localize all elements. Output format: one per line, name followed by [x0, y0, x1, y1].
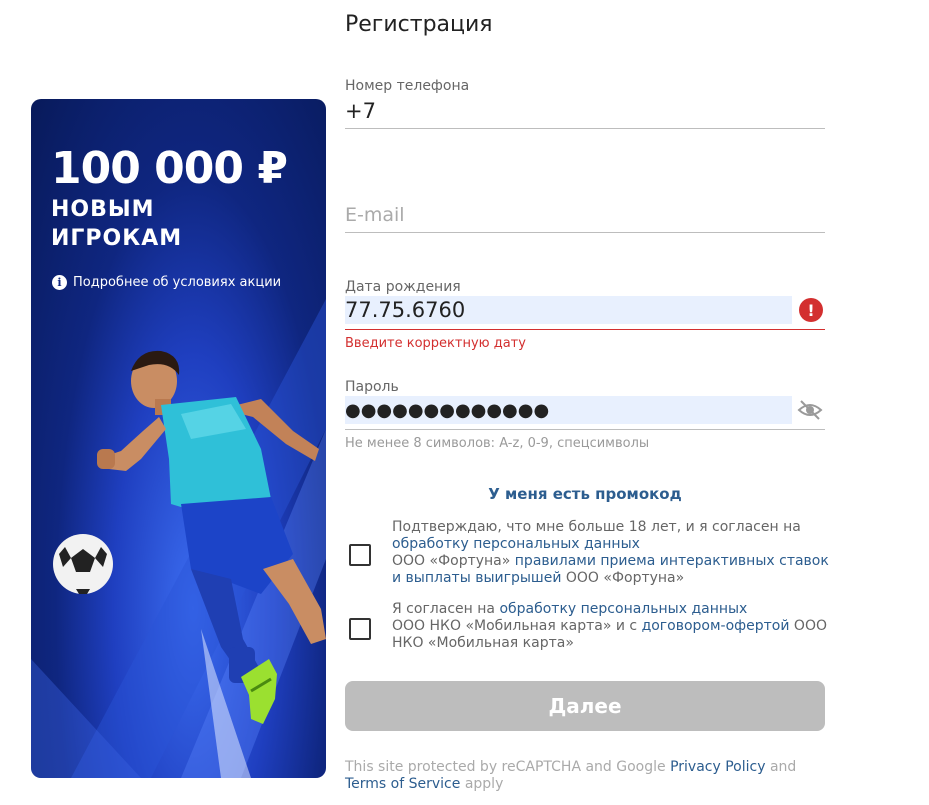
error-icon: !: [799, 298, 823, 322]
offer-agreement-link[interactable]: договором-офертой: [642, 618, 790, 634]
football-player-illustration: [53, 350, 326, 724]
page-title: Регистрация: [345, 12, 493, 37]
consent-age-post: ООО «Фортуна»: [565, 570, 685, 586]
consent-nko-checkbox[interactable]: [349, 618, 371, 640]
personal-data-link[interactable]: обработку персональных данных: [392, 536, 640, 552]
birthdate-label: Дата рождения: [345, 279, 461, 295]
password-value: ●●●●●●●●●●●●●: [345, 399, 550, 421]
recaptcha-post: apply: [464, 776, 504, 792]
promo-code-link[interactable]: У меня есть промокод: [345, 485, 825, 503]
phone-label: Номер телефона: [345, 78, 470, 94]
consent-age-checkbox[interactable]: [349, 544, 371, 566]
consent-age-text: Подтверждаю, что мне больше 18 лет, и я …: [392, 519, 832, 587]
next-button[interactable]: Далее: [345, 681, 825, 731]
password-label: Пароль: [345, 379, 399, 395]
recaptcha-and: and: [769, 759, 797, 775]
promo-banner[interactable]: 100 000 ₽ НОВЫМ ИГРОКАМ i Подробнее об у…: [31, 99, 326, 778]
consent-nko-mid: ООО НКО «Мобильная карта» и с: [392, 618, 638, 634]
email-placeholder: E-mail: [345, 204, 405, 226]
consent-nko-text: Я согласен на обработку персональных дан…: [392, 601, 832, 652]
birthdate-error-message: Введите корректную дату: [345, 336, 526, 351]
birthdate-field[interactable]: Дата рождения 77.75.6760 ! Введите корре…: [345, 279, 825, 351]
birthdate-value: 77.75.6760: [345, 298, 466, 322]
password-input[interactable]: ●●●●●●●●●●●●●: [345, 395, 825, 430]
recaptcha-notice: This site protected by reCAPTCHA and Goo…: [345, 759, 825, 793]
email-input[interactable]: E-mail: [345, 198, 825, 233]
password-field[interactable]: Пароль ●●●●●●●●●●●●● Не менее 8 символов…: [345, 379, 825, 451]
consent-age-mid: ООО «Фортуна»: [392, 553, 511, 569]
football-ball-icon: [53, 534, 113, 594]
eye-slash-icon[interactable]: [797, 399, 823, 421]
recaptcha-pre: This site protected by reCAPTCHA and Goo…: [345, 759, 666, 775]
phone-input[interactable]: +7: [345, 94, 825, 129]
terms-of-service-link[interactable]: Terms of Service: [345, 776, 460, 792]
password-hint: Не менее 8 символов: A-z, 0-9, спецсимво…: [345, 436, 650, 451]
phone-value: +7: [345, 99, 376, 123]
birthdate-input[interactable]: 77.75.6760 !: [345, 295, 825, 330]
nko-personal-data-link[interactable]: обработку персональных данных: [499, 601, 747, 617]
consent-age-pre: Подтверждаю, что мне больше 18 лет, и я …: [392, 519, 801, 535]
consent-nko-pre: Я согласен на: [392, 601, 495, 617]
privacy-policy-link[interactable]: Privacy Policy: [670, 759, 765, 775]
email-field[interactable]: E-mail: [345, 198, 825, 233]
phone-field[interactable]: Номер телефона +7: [345, 78, 825, 129]
